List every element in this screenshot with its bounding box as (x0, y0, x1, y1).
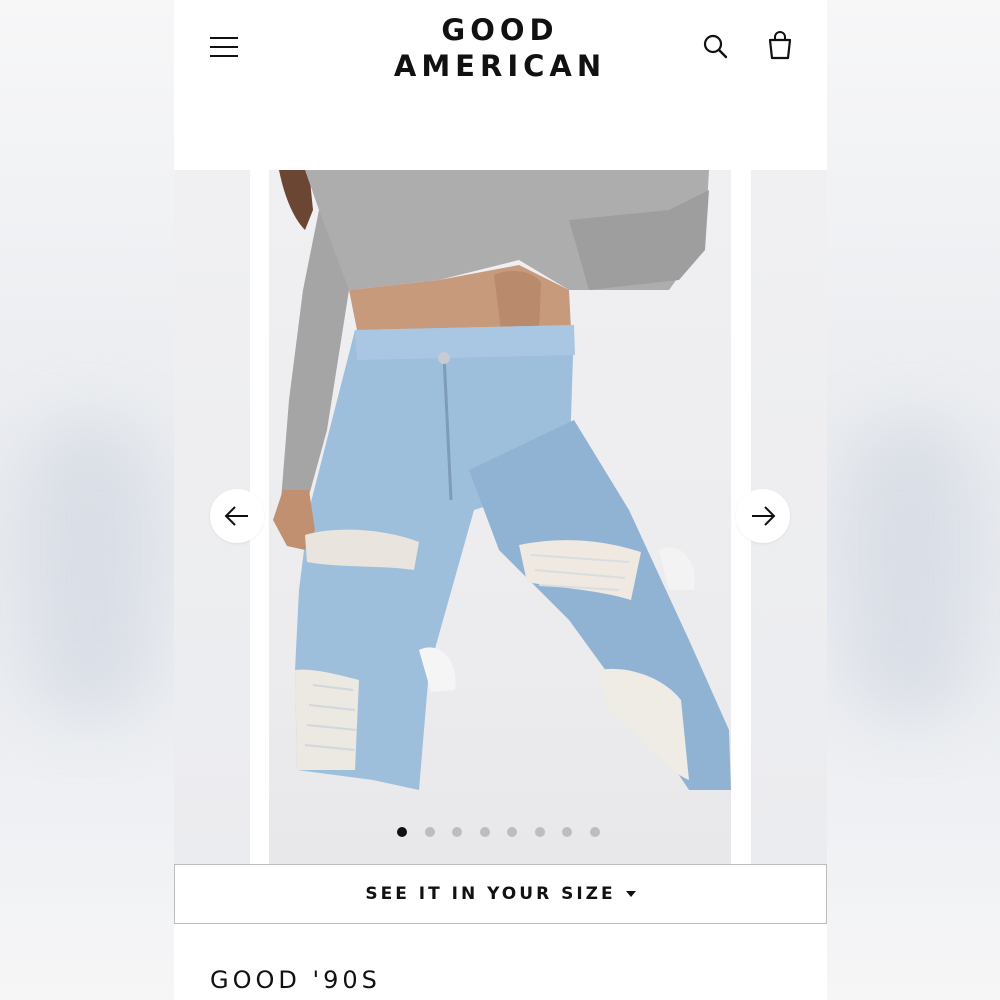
brand-logo[interactable]: GOOD AMERICAN (350, 12, 650, 84)
carousel-dot-3[interactable] (452, 827, 462, 837)
previous-image-button[interactable] (210, 489, 264, 543)
site-header: GOOD AMERICAN (174, 0, 827, 170)
carousel-dot-7[interactable] (562, 827, 572, 837)
brand-logo-line2: AMERICAN (393, 49, 607, 83)
product-image[interactable] (269, 170, 731, 864)
shopping-bag-icon[interactable] (765, 30, 795, 62)
hamburger-menu-icon[interactable] (208, 34, 240, 60)
carousel-dot-8[interactable] (589, 827, 600, 837)
brand-logo-line1: GOOD (441, 13, 559, 47)
product-image-carousel[interactable] (174, 170, 827, 864)
arrow-right-icon (752, 506, 776, 526)
carousel-dot-6[interactable] (534, 827, 545, 837)
see-it-in-your-size-button[interactable]: SEE IT IN YOUR SIZE (174, 864, 827, 924)
carousel-dot-4[interactable] (479, 827, 490, 837)
search-icon[interactable] (701, 32, 731, 62)
carousel-dot-1[interactable] (397, 827, 407, 837)
mobile-app-screen: GOOD AMERICAN SEE IT IN YOUR SIZE GOOD '… (174, 0, 827, 1000)
caret-down-icon (625, 891, 636, 897)
next-image-button[interactable] (736, 489, 790, 543)
right-backdrop (826, 0, 1000, 1000)
product-title: GOOD '90S (210, 966, 381, 994)
carousel-pagination (397, 827, 617, 841)
left-backdrop (0, 0, 174, 1000)
size-button-label: SEE IT IN YOUR SIZE (365, 884, 616, 904)
carousel-dot-2[interactable] (424, 827, 435, 837)
carousel-dot-5[interactable] (507, 827, 517, 837)
arrow-left-icon (224, 506, 248, 526)
